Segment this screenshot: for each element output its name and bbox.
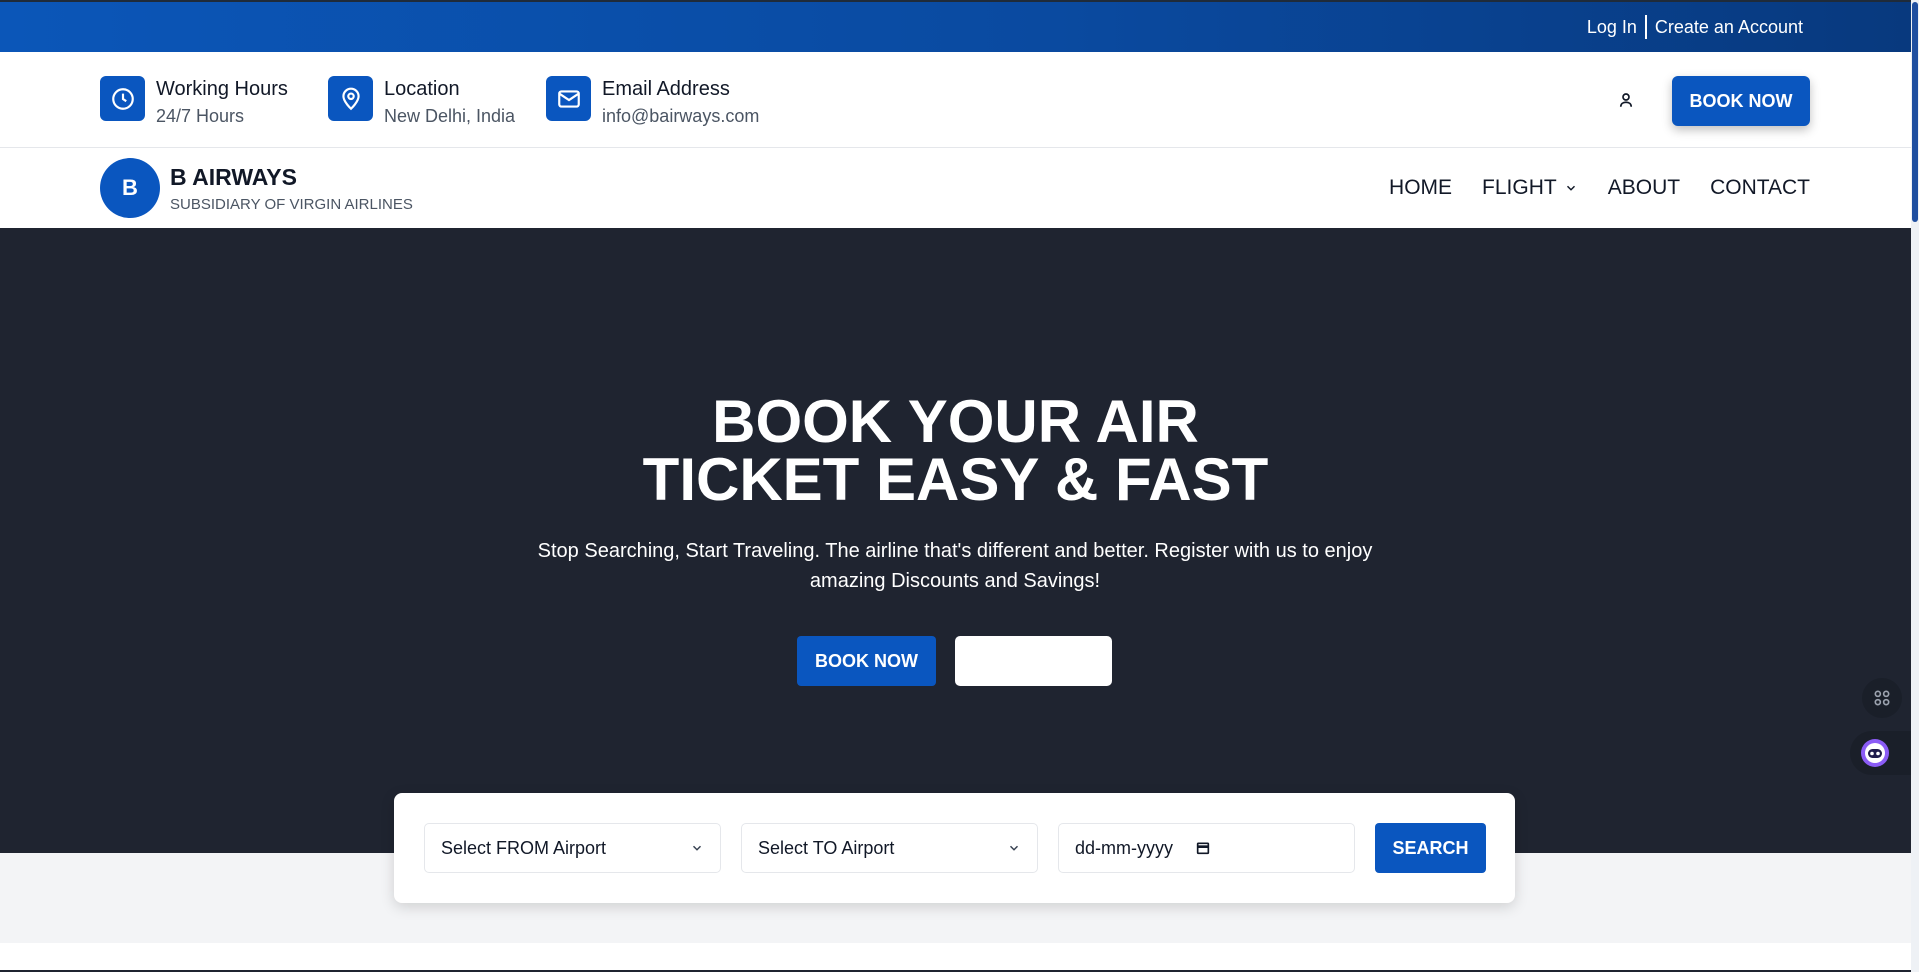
header-book-now-button[interactable]: BOOK NOW [1672, 76, 1810, 126]
hero-title-line-2: TICKET EASY & FAST [642, 446, 1269, 513]
hero-secondary-button[interactable] [955, 636, 1112, 686]
chat-assistant-icon[interactable] [1850, 731, 1911, 775]
from-airport-select[interactable]: Select FROM Airport [424, 823, 721, 873]
main-navbar: B B AIRWAYS SUBSIDIARY OF VIRGIN AIRLINE… [0, 148, 1911, 228]
scrollbar-thumb[interactable] [1912, 2, 1918, 222]
nav-flight-label: FLIGHT [1482, 176, 1557, 199]
nav-home-label: HOME [1389, 176, 1453, 199]
hero-subtitle: Stop Searching, Start Traveling. The air… [537, 540, 1373, 592]
chevron-down-icon [692, 845, 702, 851]
account-links: Log In Create an Account [1587, 15, 1803, 39]
clock-icon [100, 76, 145, 121]
nav-about-label: ABOUT [1607, 176, 1681, 199]
to-airport-value: Select TO Airport [758, 837, 895, 858]
calendar-icon[interactable] [1195, 840, 1211, 856]
hero-title-line-1: BOOK YOUR AIR [712, 388, 1199, 455]
location-title: Location [384, 78, 460, 100]
email-info: Email Address info@bairways.com [546, 76, 759, 128]
nav-contact[interactable]: CONTACT [1710, 176, 1810, 200]
hero-title: BOOK YOUR AIR TICKET EASY & FAST [0, 388, 1911, 513]
nav-flight[interactable]: FLIGHT [1482, 176, 1578, 200]
login-link[interactable]: Log In [1587, 17, 1637, 38]
brand-subtitle: SUBSIDIARY OF VIRGIN AIRLINES [170, 196, 413, 213]
create-account-link[interactable]: Create an Account [1655, 17, 1803, 38]
apps-grid-icon[interactable] [1862, 678, 1902, 718]
brand-name: B AIRWAYS [170, 164, 297, 190]
nav-about[interactable]: ABOUT [1608, 176, 1680, 200]
mail-icon [546, 76, 591, 121]
user-icon[interactable] [1614, 88, 1638, 112]
chevron-down-icon [1566, 185, 1575, 191]
hero-section: BOOK YOUR AIR TICKET EASY & FAST Stop Se… [0, 228, 1911, 853]
separator [1644, 15, 1647, 39]
date-placeholder: dd-mm-yyyy [1075, 837, 1173, 858]
hero-book-now-button[interactable]: BOOK NOW [797, 636, 936, 686]
location-info: Location New Delhi, India [328, 76, 515, 128]
working-hours-title: Working Hours [156, 78, 288, 100]
map-pin-icon [328, 76, 373, 121]
working-hours-value: 24/7 Hours [156, 106, 245, 126]
travel-date-input[interactable]: dd-mm-yyyy [1058, 823, 1355, 873]
top-bar: Log In Create an Account [0, 0, 1911, 52]
nav-menu: HOME FLIGHT ABOUT CONTACT [1359, 176, 1810, 200]
nav-home[interactable]: HOME [1389, 176, 1452, 200]
flight-search-card: Select FROM Airport Select TO Airport dd… [394, 793, 1515, 903]
info-bar: Working Hours 24/7 Hours Location New De… [0, 52, 1911, 148]
search-button[interactable]: SEARCH [1375, 823, 1486, 873]
email-value: info@bairways.com [602, 106, 760, 126]
page-scrollbar[interactable] [1911, 0, 1919, 972]
chevron-down-icon [1009, 845, 1019, 851]
to-airport-select[interactable]: Select TO Airport [741, 823, 1038, 873]
logo[interactable]: B [100, 158, 160, 218]
email-title: Email Address [602, 78, 730, 100]
working-hours-info: Working Hours 24/7 Hours [100, 76, 288, 128]
nav-contact-label: CONTACT [1710, 176, 1810, 199]
location-value: New Delhi, India [384, 106, 516, 126]
from-airport-value: Select FROM Airport [441, 837, 607, 858]
